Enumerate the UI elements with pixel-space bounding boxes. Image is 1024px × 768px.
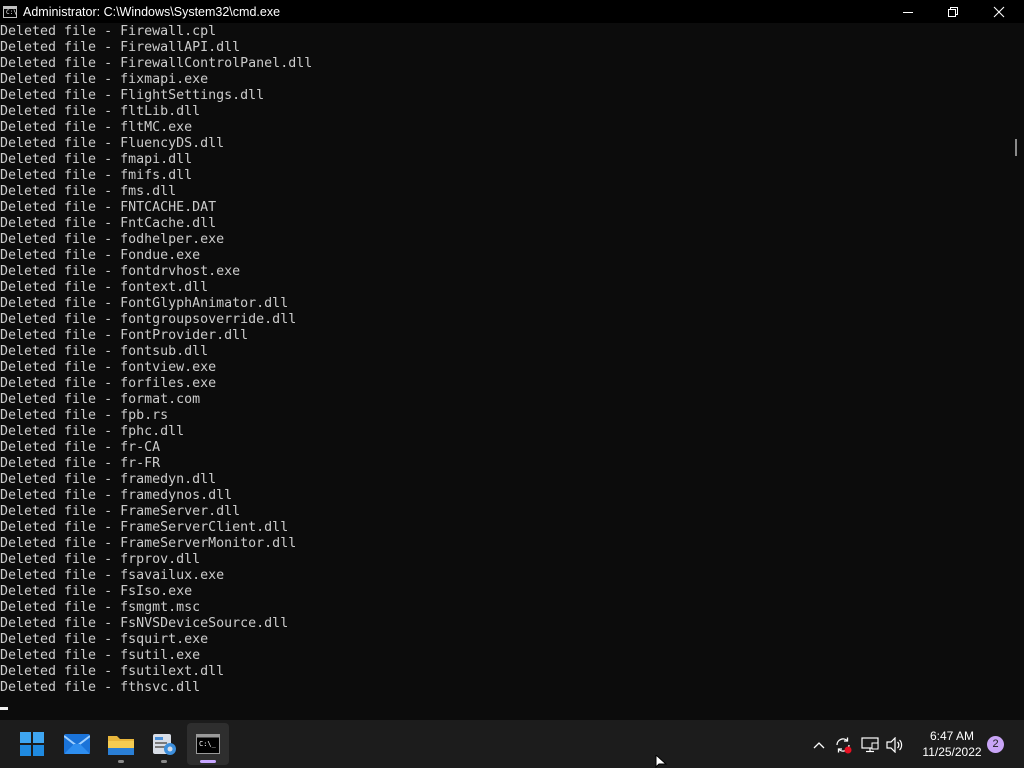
console-line: Deleted file - FontProvider.dll	[0, 328, 249, 343]
console-line: Deleted file - framedyn.dll	[0, 472, 217, 487]
console-line: Deleted file - fontsub.dll	[0, 344, 209, 359]
minimize-button[interactable]	[885, 0, 931, 23]
console-line: Deleted file - fms.dll	[0, 184, 177, 199]
console-line: Deleted file - fr-FR	[0, 456, 161, 471]
console-line: Deleted file - FirewallControlPanel.dll	[0, 56, 313, 71]
restore-icon	[948, 6, 958, 17]
console-line: Deleted file - fltLib.dll	[0, 104, 201, 119]
console-line: Deleted file - fmifs.dll	[0, 168, 193, 183]
console-line: Deleted file - fontgroupsoverride.dll	[0, 312, 297, 327]
taskbar-file-explorer[interactable]	[100, 723, 142, 765]
active-indicator	[200, 760, 216, 763]
console-line: Deleted file - fontdrvhost.exe	[0, 264, 241, 279]
console-line: Deleted file - FrameServerMonitor.dll	[0, 536, 297, 551]
console-line: Deleted file - Fondue.exe	[0, 248, 201, 263]
console-line: Deleted file - FirewallAPI.dll	[0, 40, 241, 55]
close-icon	[993, 6, 1005, 17]
scrollbar-thumb[interactable]	[1015, 139, 1017, 156]
clock-date: 11/25/2022	[922, 745, 982, 759]
console-line: Deleted file - FontGlyphAnimator.dll	[0, 296, 289, 311]
clock[interactable]: 6:47 AM 11/25/2022	[910, 728, 994, 760]
console-line: Deleted file - Firewall.cpl	[0, 24, 217, 39]
console-line: Deleted file - FrameServerClient.dll	[0, 520, 289, 535]
windows-logo-icon	[20, 732, 44, 756]
text-cursor	[0, 707, 8, 710]
control-panel-icon	[153, 734, 176, 755]
chevron-up-icon	[813, 742, 825, 749]
cmd-app-icon[interactable]: C:\	[3, 5, 17, 18]
console-line: Deleted file - fmapi.dll	[0, 152, 193, 167]
console-lines: Deleted file - Firewall.cpl Deleted file …	[0, 24, 312, 696]
title-bar[interactable]: C:\ Administrator: C:\Windows\System32\c…	[0, 0, 1024, 23]
console-line: Deleted file - FrameServer.dll	[0, 504, 241, 519]
console-line: Deleted file - fsmgmt.msc	[0, 600, 201, 615]
cmd-icon: C:\_	[196, 734, 220, 754]
console-line: Deleted file - fsutilext.dll	[0, 664, 225, 679]
console-line: Deleted file - FluencyDS.dll	[0, 136, 225, 151]
svg-text:C:\_: C:\_	[199, 740, 217, 748]
restore-button[interactable]	[930, 0, 976, 23]
console-output[interactable]: Deleted file - Firewall.cpl Deleted file …	[0, 23, 1006, 720]
speaker-icon	[886, 737, 903, 753]
console-line: Deleted file - framedynos.dll	[0, 488, 233, 503]
sync-status-button[interactable]	[834, 736, 852, 754]
console-line: Deleted file - FsIso.exe	[0, 584, 193, 599]
network-button[interactable]	[861, 736, 879, 754]
taskbar-command-prompt[interactable]: C:\_	[187, 723, 229, 765]
taskbar-mail[interactable]	[56, 723, 98, 765]
console-line: Deleted file - fontview.exe	[0, 360, 217, 375]
mouse-pointer-icon	[655, 755, 667, 768]
console-line: Deleted file - fodhelper.exe	[0, 232, 225, 247]
cmd-icon-glyph: C:\	[6, 8, 17, 16]
console-line: Deleted file - fsutil.exe	[0, 648, 201, 663]
console-line: Deleted file - fsquirt.exe	[0, 632, 209, 647]
console-line: Deleted file - frprov.dll	[0, 552, 201, 567]
console-line: Deleted file - fpb.rs	[0, 408, 169, 423]
taskbar: C:\_ 6:47 AM 11/25/2022	[0, 720, 1024, 768]
clock-time: 6:47 AM	[929, 729, 975, 743]
console-line: Deleted file - fltMC.exe	[0, 120, 193, 135]
network-icon	[861, 737, 879, 753]
console-line: Deleted file - FntCache.dll	[0, 216, 217, 231]
console-line: Deleted file - FlightSettings.dll	[0, 88, 265, 103]
console-line: Deleted file - FsNVSDeviceSource.dll	[0, 616, 289, 631]
console-line: Deleted file - fontext.dll	[0, 280, 209, 295]
running-indicator	[118, 760, 124, 763]
console-line: Deleted file - fthsvc.dll	[0, 680, 201, 695]
console-line: Deleted file - fixmapi.exe	[0, 72, 209, 87]
volume-button[interactable]	[886, 736, 904, 754]
console-line: Deleted file - forfiles.exe	[0, 376, 217, 391]
console-line: Deleted file - fr-CA	[0, 440, 161, 455]
mail-icon	[64, 734, 90, 754]
vertical-scrollbar[interactable]	[1006, 23, 1024, 720]
start-button[interactable]	[11, 723, 53, 765]
console-line: Deleted file - fphc.dll	[0, 424, 185, 439]
folder-icon	[108, 736, 134, 755]
taskbar-control-panel[interactable]	[143, 723, 185, 765]
notification-badge[interactable]: 2	[987, 736, 1004, 753]
running-indicator	[161, 760, 167, 763]
window-title: Administrator: C:\Windows\System32\cmd.e…	[23, 4, 281, 19]
sync-error-icon	[836, 737, 852, 754]
close-button[interactable]	[976, 0, 1022, 23]
show-hidden-icons-button[interactable]	[810, 736, 828, 754]
console-line: Deleted file - format.com	[0, 392, 201, 407]
console-line: Deleted file - FNTCACHE.DAT	[0, 200, 217, 215]
minimize-icon	[903, 11, 913, 13]
console-line: Deleted file - fsavailux.exe	[0, 568, 225, 583]
